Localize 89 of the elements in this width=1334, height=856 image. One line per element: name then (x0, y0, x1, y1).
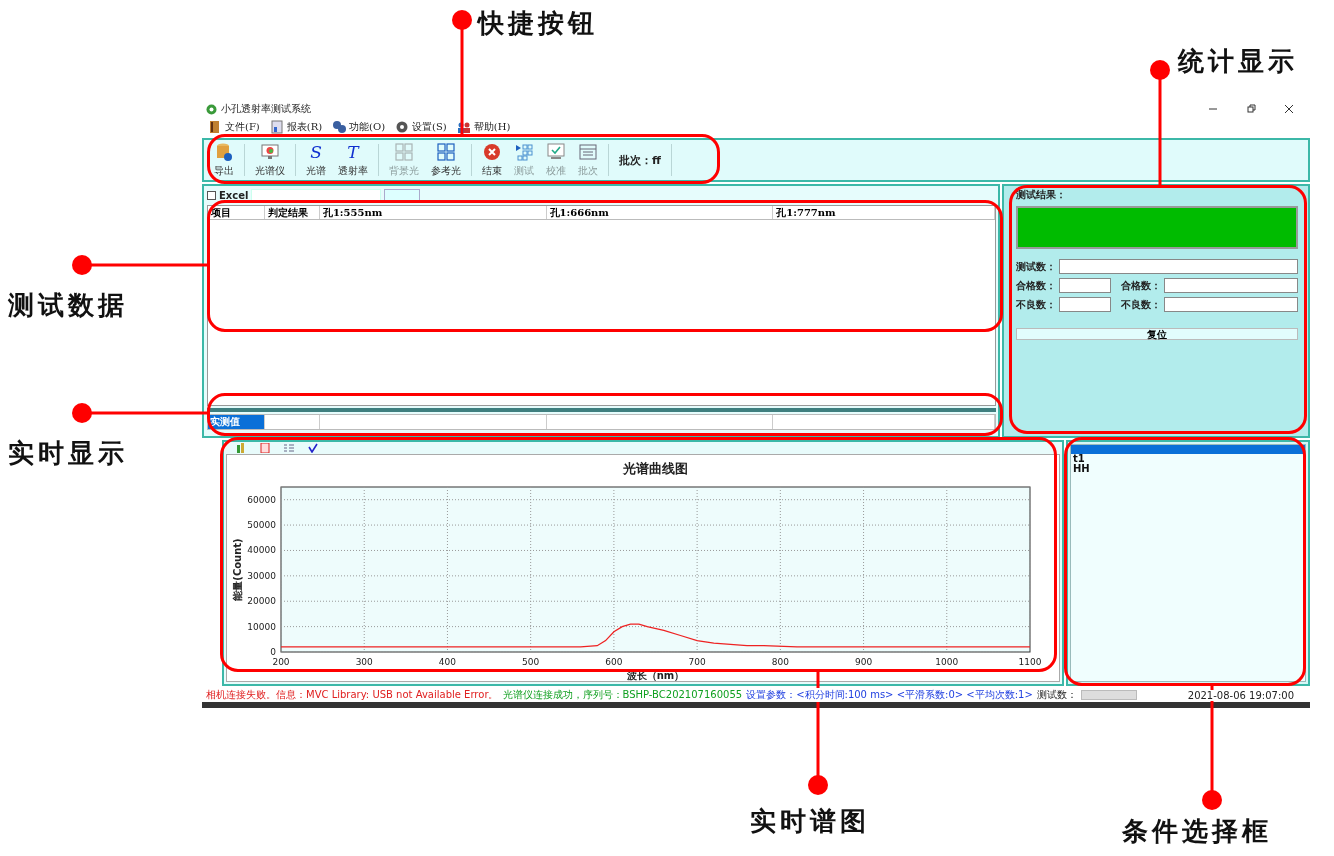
callout-label: 测试数据 (8, 289, 128, 322)
row-header-cell[interactable]: 实测值 (208, 415, 265, 429)
toolbar-button[interactable]: S 光谱 (300, 140, 332, 180)
list-item[interactable]: t1 (1071, 454, 1305, 464)
status-count-field (1080, 690, 1137, 700)
menu-item[interactable]: 报表(R) (269, 120, 323, 134)
x-tick-label: 1000 (935, 657, 959, 667)
x-tick-label: 1100 (1018, 657, 1042, 667)
status-datetime: 2021-08-06 19:07:00 (1187, 689, 1294, 701)
toolbar-button[interactable]: 导出 (208, 140, 240, 180)
report-icon (269, 120, 284, 134)
menu-item[interactable]: 设置(S) (395, 120, 447, 134)
batch-label: 批次：ff (619, 152, 661, 168)
checkbox-label: Excel (219, 190, 249, 201)
y-tick-label: 50000 (247, 520, 276, 531)
count-field[interactable] (1059, 259, 1298, 274)
menu-label: 文件(F) (225, 120, 260, 134)
check-icon[interactable] (308, 443, 318, 453)
menu-label: 帮助(H) (473, 120, 511, 134)
count-field[interactable] (1164, 278, 1298, 293)
restore-icon[interactable] (1246, 104, 1256, 114)
toolbar-button[interactable]: 结束 (476, 140, 508, 180)
menu-item[interactable]: 文件(F) (208, 120, 260, 134)
grid-icon (394, 142, 414, 162)
x-tick-label: 700 (688, 657, 706, 667)
x-tick-label: 600 (605, 657, 623, 667)
y-tick-label: 40000 (247, 545, 276, 556)
x-tick-label: 200 (272, 657, 290, 667)
grid-icon (436, 142, 456, 162)
menu-label: 功能(O) (349, 120, 386, 134)
y-tick-label: 30000 (247, 570, 276, 581)
check-monitor-icon (546, 142, 566, 162)
y-tick-label: 10000 (247, 621, 276, 632)
toolbar-button[interactable]: T 透射率 (332, 140, 374, 180)
field-label: 测试数： (1016, 259, 1056, 274)
y-axis-title: 能量(Count) (232, 538, 243, 601)
list-item[interactable]: HH (1071, 464, 1305, 474)
stop-icon (482, 142, 502, 162)
field-label: 不良数： (1016, 297, 1056, 312)
reset-button[interactable]: 复位 (1016, 328, 1298, 340)
gear-icon (395, 120, 410, 134)
y-tick-label: 20000 (247, 596, 276, 607)
column-header: 项目 (208, 206, 265, 219)
x-tick-label: 300 (355, 657, 373, 667)
callout-label: 实时谱图 (750, 805, 870, 838)
menu-label: 设置(S) (412, 120, 447, 134)
callout-label: 条件选择框 (1122, 815, 1272, 848)
x-tick-label: 800 (771, 657, 789, 667)
excel-checkbox[interactable] (207, 191, 216, 200)
menu-item[interactable]: 帮助(H) (456, 120, 511, 134)
column-header: 孔1:555nm (319, 206, 547, 219)
callout-label: 实时显示 (8, 437, 128, 470)
field-label: 不良数： (1121, 297, 1161, 312)
x-tick-label: 500 (522, 657, 540, 667)
toolbar-button[interactable]: 光谱仪 (249, 140, 291, 180)
status-text: 设置参数：<积分时间:100 ms> <平滑系数:0> <平均次数:1> (746, 688, 1033, 702)
people-icon (456, 120, 471, 134)
letter-icon: T (343, 142, 363, 162)
monitor-icon (260, 142, 280, 162)
bar-chart-icon[interactable] (236, 443, 246, 453)
list-icon[interactable] (284, 443, 294, 453)
callout-label: 统计显示 (1178, 45, 1298, 78)
x-tick-label: 900 (854, 657, 873, 667)
column-header: 孔1:777nm (773, 206, 995, 219)
list-icon (578, 142, 598, 162)
app-logo-icon (206, 103, 217, 115)
play-grid-icon (514, 142, 534, 162)
window-title: 小孔透射率测试系统 (221, 102, 312, 116)
letter-icon: S (306, 142, 326, 162)
column-header: 孔1:666nm (546, 206, 774, 219)
database-icon (214, 142, 234, 162)
toolbar-button[interactable]: 参考光 (425, 140, 467, 180)
menu-item[interactable]: 功能(O) (332, 120, 386, 134)
y-tick-label: 60000 (247, 494, 276, 505)
count-field[interactable] (1164, 297, 1298, 312)
result-label: 测试结果： (1016, 188, 1067, 202)
status-text: 光谱仪连接成功，序列号：BSHP-BC202107160055 (502, 688, 743, 702)
x-tick-label: 400 (438, 657, 457, 667)
y-tick-label: 0 (270, 647, 276, 657)
book-icon (208, 120, 222, 134)
callout-label: 快捷按钮 (478, 7, 598, 40)
count-field[interactable] (1059, 297, 1111, 312)
menu-label: 报表(R) (286, 120, 323, 134)
chart-title: 光谱曲线图 (623, 461, 688, 476)
field-label: 合格数： (1121, 278, 1161, 293)
count-field[interactable] (1059, 278, 1111, 293)
close-icon[interactable] (1284, 104, 1294, 114)
column-header: 判定结果 (264, 206, 320, 219)
field-label: 合格数： (1016, 278, 1056, 293)
